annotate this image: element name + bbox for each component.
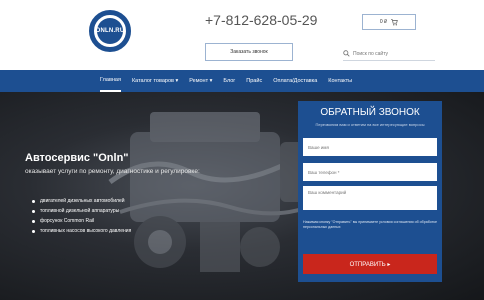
nav-item-repair[interactable]: Ремонт ▾ [189, 70, 212, 92]
consent-note: Нажимая кнопку "Отправить" вы принимаете… [303, 220, 437, 229]
hero-subtitle: оказывает услуги по ремонту, диагностике… [25, 168, 200, 175]
callback-form: ОБРАТНЫЙ ЗВОНОК Перезвоним вам и ответим… [298, 101, 442, 282]
list-item: форсунок Common Rail [32, 216, 131, 226]
logo-inner: ONLN.RU [95, 18, 125, 44]
cart-total: 0 ₽ [379, 19, 388, 25]
submit-button[interactable]: ОТПРАВИТЬ ▸ [303, 254, 437, 274]
bullet-icon [32, 219, 35, 223]
nav-items: Главная Каталог товаров ▾ Ремонт ▾ Блог … [100, 70, 352, 92]
nav-item-payment-delivery[interactable]: Оплата/Доставка [273, 70, 317, 92]
cart-icon [391, 18, 398, 25]
bullet-icon [32, 209, 35, 213]
search-input[interactable] [353, 50, 433, 57]
request-callback-button[interactable]: Заказать звонок [205, 43, 293, 61]
nav-item-price[interactable]: Прайс [246, 70, 262, 92]
hero-title: Автосервис "Onln" [25, 152, 129, 164]
services-list: двигателей дизельных автомобилей топливн… [32, 196, 131, 236]
page: ONLN.RU +7-812-628-05-29 Заказать звонок… [0, 0, 484, 300]
cart-button[interactable]: 0 ₽ [362, 14, 416, 30]
search-icon[interactable] [343, 50, 350, 57]
phone-number[interactable]: +7-812-628-05-29 [205, 12, 317, 28]
bullet-icon [32, 229, 35, 233]
nav-item-home[interactable]: Главная [100, 70, 121, 92]
bullet-icon [32, 199, 35, 203]
list-item: двигателей дизельных автомобилей [32, 196, 131, 206]
form-subtitle: Перезвоним вам и ответим на все интересу… [315, 122, 425, 127]
main-nav: Главная Каталог товаров ▾ Ремонт ▾ Блог … [0, 70, 484, 92]
nav-item-blog[interactable]: Блог [223, 70, 235, 92]
phone-field[interactable] [303, 163, 437, 181]
logo-text: ONLN.RU [95, 28, 125, 34]
form-title: ОБРАТНЫЙ ЗВОНОК [320, 107, 420, 118]
list-item: топливных насосов высокого давления [32, 226, 131, 236]
logo[interactable]: ONLN.RU [89, 10, 131, 52]
header: ONLN.RU +7-812-628-05-29 Заказать звонок… [0, 0, 484, 70]
list-item: топливной дизельной аппаратуры [32, 206, 131, 216]
nav-item-catalog[interactable]: Каталог товаров ▾ [132, 70, 178, 92]
nav-item-contacts[interactable]: Контакты [328, 70, 352, 92]
name-field[interactable] [303, 138, 437, 156]
search-box [343, 47, 435, 61]
comment-field[interactable] [303, 186, 437, 210]
